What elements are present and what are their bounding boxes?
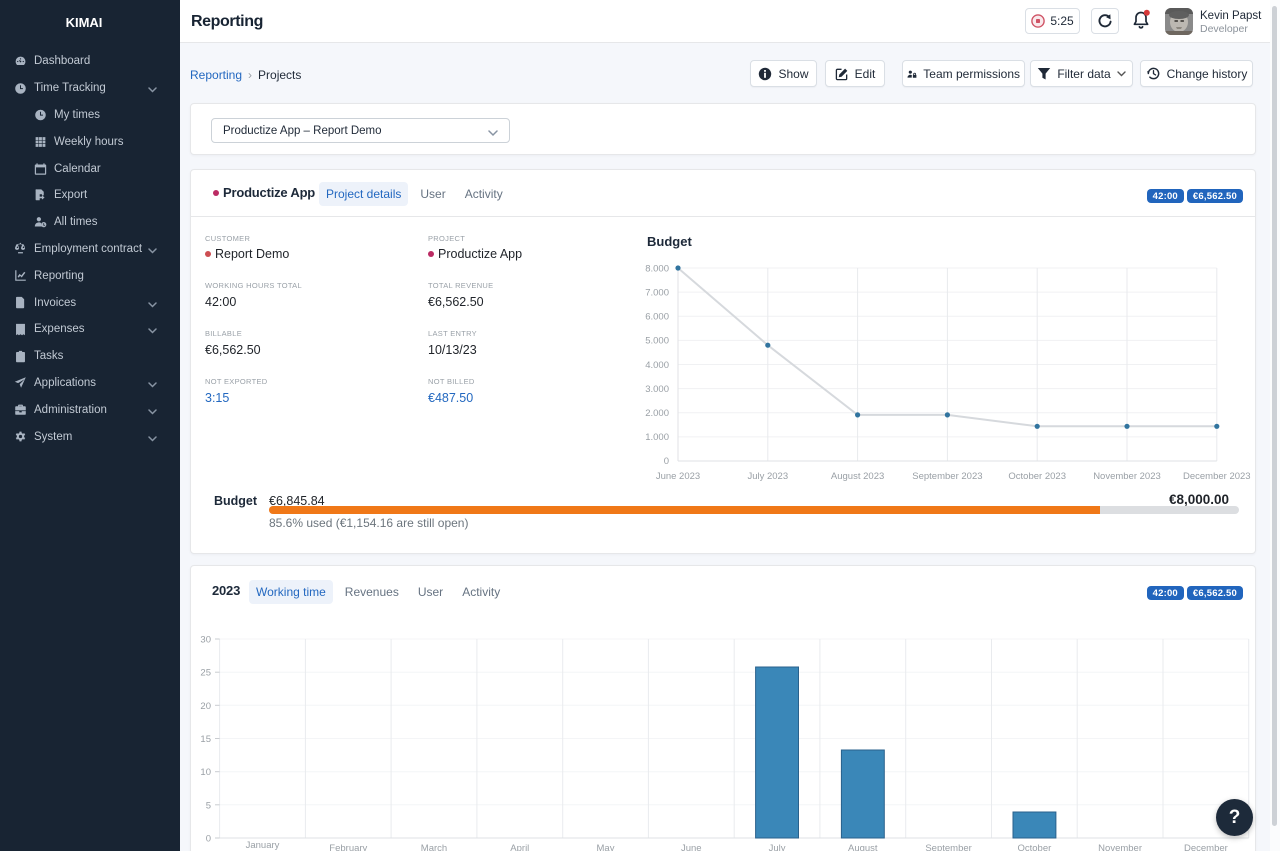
svg-text:25: 25	[200, 668, 211, 679]
svg-text:June 2023: June 2023	[656, 471, 700, 482]
svg-text:July: July	[769, 843, 786, 851]
svg-text:April: April	[510, 843, 529, 851]
svg-text:15: 15	[200, 734, 211, 745]
svg-text:August 2023: August 2023	[831, 471, 884, 482]
svg-text:20: 20	[200, 701, 211, 712]
svg-text:September: September	[925, 843, 971, 851]
svg-text:May: May	[597, 843, 615, 851]
svg-text:October 2023: October 2023	[1008, 471, 1066, 482]
svg-text:December: December	[1184, 843, 1228, 851]
svg-text:2.000: 2.000	[645, 408, 669, 419]
svg-text:January: January	[246, 840, 280, 851]
svg-text:August: August	[848, 843, 878, 851]
svg-text:July 2023: July 2023	[747, 471, 788, 482]
svg-text:10: 10	[200, 767, 211, 778]
svg-text:November: November	[1098, 843, 1142, 851]
svg-text:September 2023: September 2023	[912, 471, 982, 482]
svg-text:0: 0	[206, 834, 211, 845]
svg-text:February: February	[329, 843, 367, 851]
svg-text:March: March	[421, 843, 447, 851]
svg-text:5: 5	[206, 800, 211, 811]
svg-text:6.000: 6.000	[645, 312, 669, 323]
svg-text:October: October	[1018, 843, 1052, 851]
svg-text:June: June	[681, 843, 702, 851]
svg-text:3.000: 3.000	[645, 384, 669, 395]
svg-text:8.000: 8.000	[645, 264, 669, 275]
svg-text:December 2023: December 2023	[1183, 471, 1251, 482]
svg-text:November 2023: November 2023	[1093, 471, 1161, 482]
svg-text:1.000: 1.000	[645, 432, 669, 443]
svg-text:4.000: 4.000	[645, 360, 669, 371]
svg-text:0: 0	[664, 456, 669, 467]
svg-text:30: 30	[200, 635, 211, 646]
svg-text:5.000: 5.000	[645, 336, 669, 347]
svg-text:7.000: 7.000	[645, 288, 669, 299]
